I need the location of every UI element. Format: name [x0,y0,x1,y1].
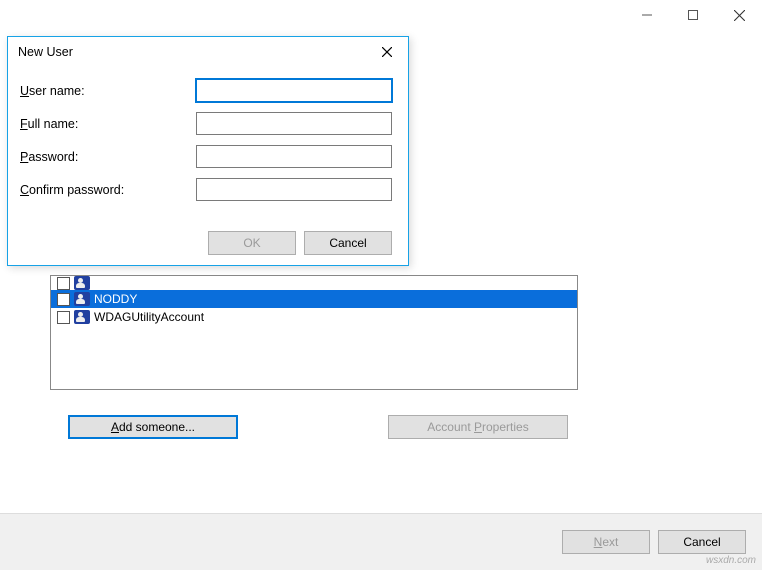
footer: Next Cancel [0,514,762,570]
form-row-password: Password: [20,145,392,168]
close-button[interactable] [716,0,762,30]
checkbox[interactable] [57,311,70,324]
dialog-button-row: OK Cancel [8,225,408,265]
fullname-input[interactable] [196,112,392,135]
checkbox[interactable] [57,293,70,306]
form-row-fullname: Full name: [20,112,392,135]
new-user-dialog: New User User name: Full name: Password:… [7,36,409,266]
cancel-button[interactable]: Cancel [658,530,746,554]
user-icon [74,292,90,306]
action-row: Add someone... Account Properties [68,415,578,439]
user-icon [74,310,90,324]
watermark: wsxdn.com [706,555,756,566]
user-icon [74,276,90,290]
list-item[interactable] [51,276,577,290]
mnemonic: N [594,535,603,549]
users-list[interactable]: NODDY WDAGUtilityAccount [50,275,578,390]
maximize-button[interactable] [670,0,716,30]
next-button: Next [562,530,650,554]
dialog-cancel-button[interactable]: Cancel [304,231,392,255]
user-name: WDAGUtilityAccount [94,310,204,324]
dialog-body: User name: Full name: Password: Confirm … [8,67,408,225]
account-properties-button: Account Properties [388,415,568,439]
mnemonic: P [474,420,482,434]
form-row-confirm: Confirm password: [20,178,392,201]
mnemonic: A [111,420,119,434]
confirm-label: Confirm password: [20,183,196,197]
list-item[interactable]: NODDY [51,290,577,308]
fullname-label: Full name: [20,117,196,131]
checkbox[interactable] [57,277,70,290]
ok-button: OK [208,231,296,255]
close-icon[interactable] [372,41,402,63]
titlebar [0,0,762,30]
username-input[interactable] [196,79,392,102]
dialog-titlebar[interactable]: New User [8,37,408,67]
dialog-title: New User [18,45,73,59]
confirm-password-input[interactable] [196,178,392,201]
add-someone-button[interactable]: Add someone... [68,415,238,439]
minimize-button[interactable] [624,0,670,30]
password-input[interactable] [196,145,392,168]
list-item[interactable]: WDAGUtilityAccount [51,308,577,326]
form-row-username: User name: [20,79,392,102]
username-label: User name: [20,84,196,98]
user-name: NODDY [94,292,137,306]
password-label: Password: [20,150,196,164]
